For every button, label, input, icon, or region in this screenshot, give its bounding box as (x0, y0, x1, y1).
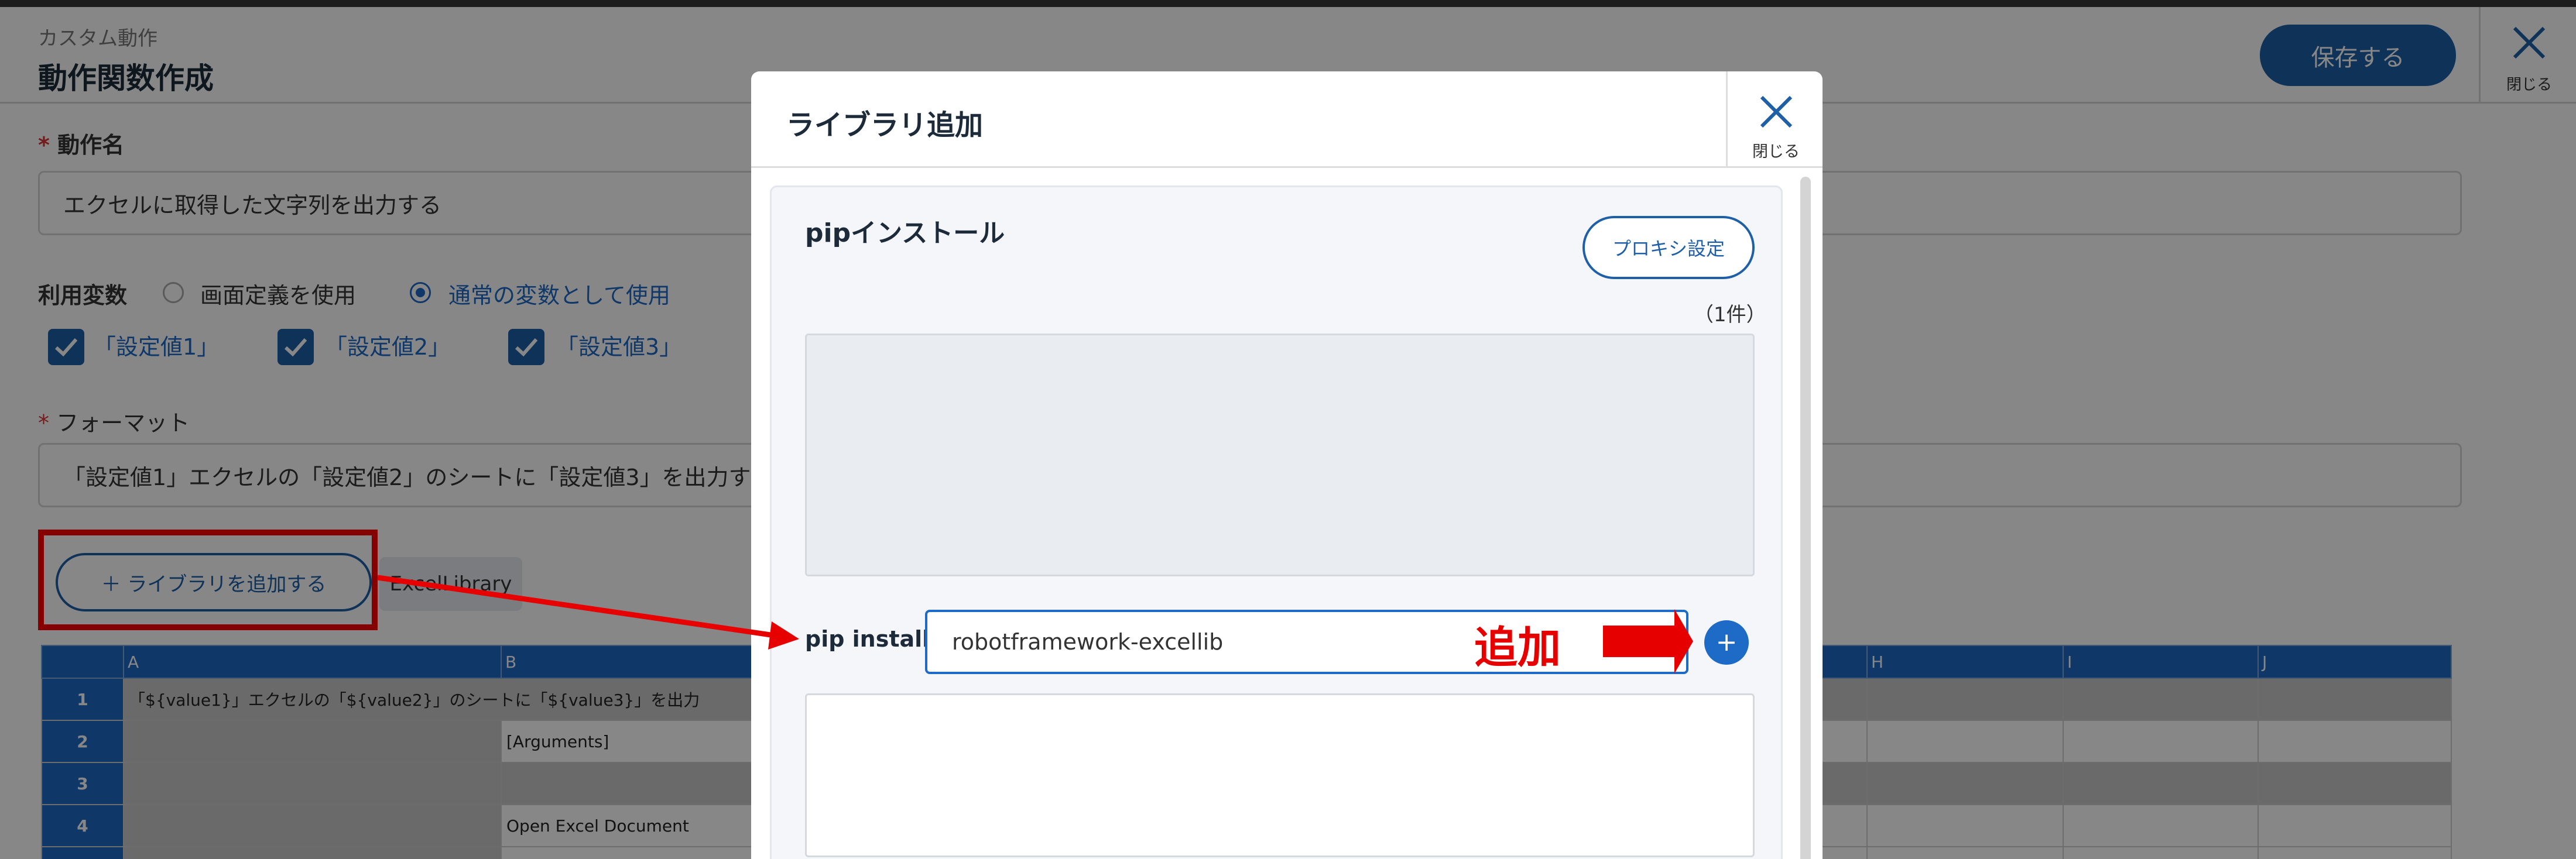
dialog-header: ライブラリ追加 閉じる (751, 71, 1823, 168)
installed-library-list[interactable] (805, 334, 1755, 576)
pip-section-title: pipインストール (805, 218, 1005, 248)
library-count: （1件） (1694, 303, 1766, 327)
pip-package-input[interactable] (925, 610, 1688, 674)
annotation-add-text: 追加 (1474, 623, 1561, 673)
proxy-settings-button[interactable]: プロキシ設定 (1582, 216, 1755, 279)
dialog-close-label: 閉じる (1752, 143, 1800, 161)
dialog-title: ライブラリ追加 (786, 109, 984, 142)
pip-install-label: pip install (805, 626, 930, 652)
dialog-scrollbar[interactable] (1800, 177, 1811, 859)
install-output-box (805, 693, 1755, 857)
add-package-button[interactable]: + (1704, 620, 1749, 665)
page: カスタム動作 動作関数作成 保存する 閉じる * 動作名 エクセルに取得した文字… (0, 0, 2576, 859)
dialog-close-button[interactable]: 閉じる (1726, 71, 1823, 168)
close-icon (1760, 95, 1793, 128)
add-library-dialog: ライブラリ追加 閉じる pipインストール プロキシ設定 （1件） pip in… (751, 71, 1823, 859)
